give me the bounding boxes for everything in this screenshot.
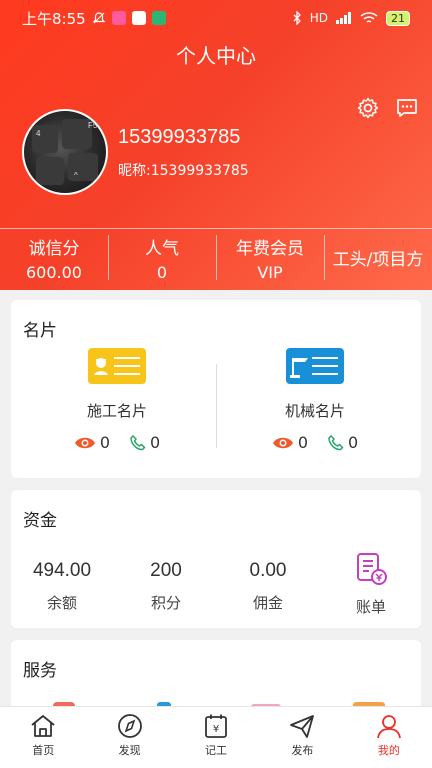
- tab-home[interactable]: 首页: [0, 707, 86, 768]
- stats-bar: 诚信分 600.00 人气 0 年费会员 VIP 工头/项目方: [0, 228, 432, 286]
- tab-label: 发布: [291, 744, 314, 757]
- phone-icon: [130, 434, 146, 450]
- section-title: 服务: [23, 661, 57, 681]
- funds-section: 资金 494.00 余额 200 积分 0.00 佣金 账单: [11, 490, 421, 628]
- tab-label: 首页: [32, 744, 55, 757]
- commission-item[interactable]: 0.00 佣金: [218, 560, 318, 613]
- points-value: 200: [150, 560, 182, 581]
- business-card-section: 名片 施工名片 0 0 机械名片 0 0: [11, 300, 421, 478]
- app-notification-icon: [111, 11, 126, 25]
- eye-icon: [74, 437, 95, 448]
- home-icon: [31, 715, 55, 737]
- stat-popularity[interactable]: 人气 0: [108, 229, 216, 286]
- stat-label: 人气: [145, 238, 179, 259]
- notification-icons: [92, 11, 166, 25]
- card-name: 施工名片: [86, 402, 147, 420]
- views-value: 0: [99, 433, 110, 452]
- send-icon: [290, 715, 315, 738]
- construction-card-icon: [88, 348, 146, 384]
- status-bar: 上午8:55 HD 21: [0, 0, 432, 36]
- status-right: HD 21: [292, 10, 410, 26]
- construction-card[interactable]: 施工名片 0 0: [57, 348, 177, 452]
- stat-credit[interactable]: 诚信分 600.00: [0, 229, 108, 286]
- card-name: 机械名片: [284, 402, 345, 420]
- stat-value: 0: [156, 262, 168, 282]
- views-value: 0: [297, 433, 308, 452]
- battery-indicator: 21: [386, 10, 410, 26]
- signal-hd-label: HD: [309, 11, 328, 25]
- tab-mine[interactable]: 我的: [346, 707, 432, 768]
- stat-value: VIP: [257, 262, 283, 282]
- avatar[interactable]: 4 F5 ^: [22, 109, 108, 195]
- points-label: 积分: [150, 594, 181, 612]
- video-app-icon: [131, 11, 146, 25]
- status-time: 上午8:55: [22, 9, 86, 28]
- phone-number: 15399933785: [118, 126, 241, 148]
- user-icon: [376, 715, 401, 739]
- wifi-icon: [360, 11, 378, 23]
- calls-value: 0: [348, 433, 359, 452]
- bill-icon: [357, 553, 387, 585]
- points-item[interactable]: 200 积分: [116, 560, 216, 613]
- message-icon[interactable]: [395, 96, 419, 120]
- nickname: 昵称:15399933785: [118, 163, 249, 179]
- stat-membership[interactable]: 年费会员 VIP: [216, 229, 324, 286]
- bill-item[interactable]: 账单: [321, 552, 421, 617]
- commission-value: 0.00: [249, 560, 287, 581]
- page-title: 个人中心: [176, 44, 256, 68]
- mute-icon: [92, 12, 106, 24]
- bill-label: 账单: [355, 598, 386, 616]
- bluetooth-icon: [293, 11, 301, 25]
- section-title: 名片: [23, 321, 57, 341]
- compass-icon: [117, 714, 142, 738]
- balance-value: 494.00: [32, 560, 92, 581]
- calendar-icon: ¥: [205, 714, 227, 738]
- svg-text:¥: ¥: [213, 724, 219, 735]
- divider: [216, 364, 217, 448]
- stat-value: 600.00: [26, 262, 82, 282]
- tab-publish[interactable]: 发布: [259, 707, 345, 768]
- shield-icon: [151, 11, 166, 25]
- views-count: 0: [74, 433, 110, 452]
- settings-icon[interactable]: [356, 96, 380, 120]
- stat-label: 诚信分: [28, 238, 80, 259]
- commission-label: 佣金: [252, 594, 283, 612]
- tab-label: 发现: [118, 744, 141, 757]
- balance-label: 余额: [46, 594, 77, 612]
- calls-count: 0: [328, 433, 358, 452]
- eye-icon: [272, 437, 293, 448]
- tab-discover[interactable]: 发现: [86, 707, 172, 768]
- phone-icon: [328, 434, 344, 450]
- bottom-tab-bar: 首页 发现 ¥ 记工 发布 我的: [0, 706, 432, 768]
- stat-label: 年费会员: [236, 238, 304, 259]
- section-title: 资金: [23, 511, 57, 531]
- balance-item[interactable]: 494.00 余额: [12, 560, 112, 613]
- machinery-card-icon: [286, 348, 344, 384]
- machinery-card[interactable]: 机械名片 0 0: [255, 348, 375, 452]
- tab-label: 我的: [377, 744, 400, 757]
- calls-count: 0: [130, 433, 160, 452]
- tab-worklog[interactable]: ¥ 记工: [173, 707, 259, 768]
- calls-value: 0: [150, 433, 161, 452]
- stat-label: 工头/项目方: [332, 250, 424, 270]
- stat-role[interactable]: 工头/项目方: [324, 229, 432, 286]
- views-count: 0: [272, 433, 308, 452]
- signal-icon: [336, 12, 351, 24]
- tab-label: 记工: [205, 744, 228, 757]
